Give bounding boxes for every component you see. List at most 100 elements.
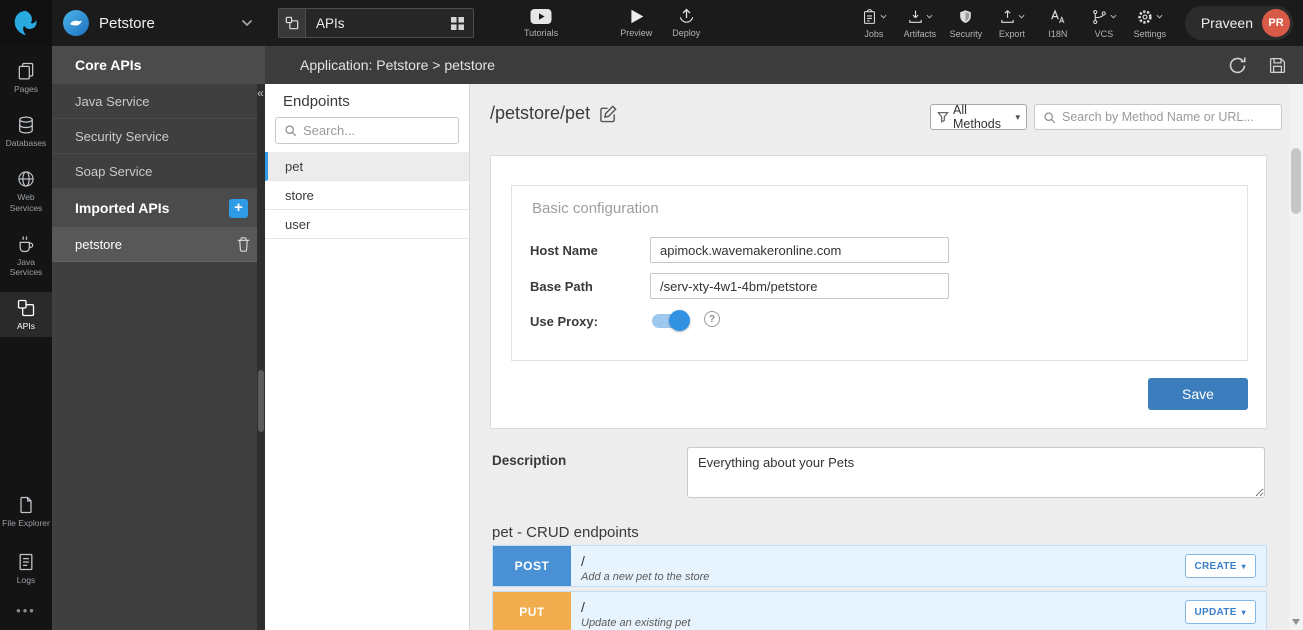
sidebar-item-java-service[interactable]: Java Service [52, 84, 265, 119]
workspace-selector[interactable]: APIs [278, 8, 474, 38]
preview-button[interactable]: Preview [620, 8, 652, 38]
scrollbar-thumb[interactable] [1291, 148, 1301, 214]
edit-icon[interactable] [599, 104, 618, 123]
export-button[interactable]: Export [989, 7, 1035, 39]
host-name-input[interactable] [650, 237, 949, 263]
preview-label: Preview [620, 28, 652, 38]
project-switcher[interactable]: Petstore [63, 10, 253, 36]
help-icon[interactable]: ? [704, 311, 720, 327]
project-name: Petstore [99, 15, 155, 32]
refresh-icon [1227, 55, 1248, 76]
rail-item-databases[interactable]: Databases [0, 109, 52, 154]
add-imported-api-button[interactable]: + [229, 199, 248, 218]
deploy-button[interactable]: Deploy [672, 8, 700, 38]
pages-icon [16, 61, 36, 81]
i18n-button[interactable]: I18N [1035, 7, 1081, 39]
trash-icon[interactable] [236, 236, 251, 253]
rail-item-apis[interactable]: APIs [0, 292, 52, 337]
rail-item-java-services[interactable]: Java Services [0, 228, 52, 283]
endpoint-item-pet[interactable]: pet [265, 152, 469, 181]
scroll-down-arrow[interactable] [1292, 619, 1300, 625]
base-path-label: Base Path [530, 279, 593, 294]
endpoint-summary: Update an existing pet [581, 617, 1185, 629]
basic-config-form: Basic configuration Host Name Base Path … [511, 185, 1248, 361]
endpoints-search-input[interactable] [303, 123, 450, 138]
sidebar-item-security-service[interactable]: Security Service [52, 119, 265, 154]
method-badge-post: POST [493, 546, 571, 586]
tutorials-label: Tutorials [524, 28, 558, 38]
chevron-down-icon [1018, 14, 1025, 19]
security-button[interactable]: Security [943, 7, 989, 39]
vcs-button[interactable]: VCS [1081, 7, 1127, 39]
rail-item-pages[interactable]: Pages [0, 55, 52, 100]
sidebar-item-petstore[interactable]: petstore [52, 227, 265, 262]
user-avatar: PR [1262, 9, 1290, 37]
main-scrollbar [1289, 84, 1303, 630]
endpoint-item-user[interactable]: user [265, 210, 469, 239]
core-apis-title: Core APIs [75, 57, 141, 73]
description-label: Description [492, 453, 566, 468]
youtube-icon [530, 8, 552, 25]
gear-icon [1136, 8, 1154, 26]
user-name: Praveen [1201, 15, 1253, 31]
save-button[interactable]: Save [1148, 378, 1248, 410]
rail-item-web-services[interactable]: Web Services [0, 163, 52, 218]
method-search-input[interactable] [1062, 110, 1273, 124]
wavemaker-logo[interactable] [0, 0, 52, 46]
main-content: /petstore/pet All Methods ▾ Basic config… [470, 84, 1289, 630]
endpoint-summary: Add a new pet to the store [581, 571, 1185, 583]
project-avatar [63, 10, 89, 36]
floppy-save-icon [1268, 56, 1287, 75]
toolbar-tools: Jobs Artifacts Security [851, 7, 1173, 39]
deploy-label: Deploy [672, 28, 700, 38]
apis-icon [16, 298, 36, 318]
shield-icon [957, 8, 974, 26]
app-grid-icon[interactable] [451, 17, 464, 30]
topbar: Petstore APIs Tutorials Preview [0, 0, 1303, 46]
endpoint-row-put[interactable]: PUT / Update an existing pet UPDATE ▾ [492, 591, 1267, 630]
sidebar-scroll-thumb[interactable] [258, 370, 264, 432]
collapse-sidebar-button[interactable]: « [255, 85, 266, 101]
vcs-label: VCS [1095, 29, 1114, 39]
endpoint-path-title: /petstore/pet [490, 103, 590, 124]
basic-config-card: Basic configuration Host Name Base Path … [490, 155, 1267, 429]
endpoint-item-store[interactable]: store [265, 181, 469, 210]
create-action-button[interactable]: CREATE ▾ [1185, 554, 1257, 578]
i18n-exports-label: Export [999, 29, 1025, 39]
crud-section-title: pet - CRUD endpoints [492, 524, 639, 541]
chevron-down-icon [1110, 14, 1117, 19]
rail-item-logs[interactable]: Logs [0, 546, 52, 591]
update-action-button[interactable]: UPDATE ▾ [1185, 600, 1257, 624]
app-header: Application: Petstore > petstore [265, 46, 1303, 84]
endpoints-panel: Endpoints pet store user [265, 84, 470, 630]
sidebar-item-soap-service[interactable]: Soap Service [52, 154, 265, 189]
use-proxy-toggle[interactable] [652, 313, 688, 329]
artifacts-button[interactable]: Artifacts [897, 7, 943, 39]
artifacts-label: Artifacts [904, 29, 937, 39]
imported-apis-title: Imported APIs [75, 200, 169, 216]
settings-button[interactable]: Settings [1127, 7, 1173, 39]
rail-item-file-explorer[interactable]: File Explorer [0, 489, 52, 534]
description-textarea[interactable]: Everything about your Pets [687, 447, 1265, 498]
refresh-button[interactable] [1227, 55, 1248, 76]
deploy-icon [677, 8, 696, 25]
search-icon [1043, 111, 1056, 124]
flame-icon [11, 8, 41, 38]
basic-config-title: Basic configuration [532, 200, 659, 217]
tutorials-button[interactable]: Tutorials [524, 8, 558, 38]
rail-more-button[interactable]: ••• [16, 603, 36, 620]
base-path-input[interactable] [650, 273, 949, 299]
chevron-down-icon: ▾ [1015, 112, 1020, 123]
method-filter-select[interactable]: All Methods ▾ [930, 104, 1027, 130]
database-icon [16, 115, 36, 135]
chevron-down-icon [926, 14, 933, 19]
core-apis-header: Core APIs [52, 46, 265, 84]
user-menu[interactable]: Praveen PR [1185, 6, 1293, 40]
save-project-button[interactable] [1268, 56, 1287, 75]
endpoint-row-post[interactable]: POST / Add a new pet to the store CREATE… [492, 545, 1267, 587]
logs-icon [16, 552, 36, 572]
export-icon [999, 8, 1016, 26]
method-badge-put: PUT [493, 592, 571, 630]
jobs-button[interactable]: Jobs [851, 7, 897, 39]
method-filter-value: All Methods [953, 103, 1011, 131]
